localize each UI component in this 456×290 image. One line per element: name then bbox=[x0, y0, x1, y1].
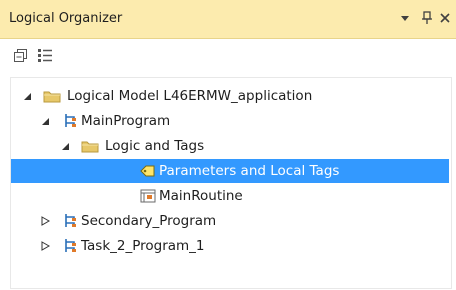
tree-item-secondary-program[interactable]: Secondary_Program bbox=[11, 209, 449, 233]
routine-icon bbox=[139, 188, 157, 204]
program-icon bbox=[61, 238, 79, 254]
tree-item-label: Secondary_Program bbox=[81, 213, 217, 229]
pin-button[interactable] bbox=[418, 9, 436, 27]
panel-title: Logical Organizer bbox=[9, 11, 123, 26]
panel-titlebar: Logical Organizer bbox=[0, 0, 456, 39]
program-icon bbox=[61, 213, 79, 229]
close-icon bbox=[440, 13, 450, 23]
tree-item-task-2-program-1[interactable]: Task_2_Program_1 bbox=[11, 234, 449, 258]
tree-item-mainprogram[interactable]: MainProgram bbox=[11, 109, 449, 133]
tree-item-label: Task_2_Program_1 bbox=[81, 238, 205, 254]
tree-item-logic-and-tags[interactable]: Logic and Tags bbox=[11, 134, 449, 158]
organizer-tree: Logical Model L46ERMW_application MainPr… bbox=[10, 77, 452, 289]
collapse-all-icon bbox=[14, 49, 27, 62]
tree-item-label: Logic and Tags bbox=[105, 138, 205, 154]
chevron-down-icon bbox=[401, 16, 409, 21]
window-position-dropdown-button[interactable] bbox=[396, 9, 414, 27]
expander-expanded-icon[interactable] bbox=[59, 140, 71, 152]
pin-icon bbox=[422, 11, 432, 24]
tree-item-logical-model[interactable]: Logical Model L46ERMW_application bbox=[11, 84, 449, 108]
tree-item-label: Logical Model L46ERMW_application bbox=[67, 88, 313, 104]
organizer-toolbar bbox=[0, 39, 456, 73]
tree-item-label: MainRoutine bbox=[159, 188, 243, 204]
tree-item-label: Parameters and Local Tags bbox=[159, 163, 340, 179]
expander-collapsed-icon[interactable] bbox=[39, 215, 51, 227]
expander-expanded-icon[interactable] bbox=[21, 90, 33, 102]
folder-icon bbox=[81, 138, 99, 154]
tree-item-parameters-and-local-tags[interactable]: Parameters and Local Tags bbox=[11, 159, 449, 183]
expander-expanded-icon[interactable] bbox=[39, 115, 51, 127]
expander-collapsed-icon[interactable] bbox=[39, 240, 51, 252]
tree-item-label: MainProgram bbox=[81, 113, 171, 129]
tag-icon bbox=[139, 163, 157, 179]
properties-button[interactable] bbox=[36, 47, 54, 65]
collapse-all-button[interactable] bbox=[12, 47, 30, 65]
properties-icon bbox=[38, 49, 52, 62]
tree-item-mainroutine[interactable]: MainRoutine bbox=[11, 184, 449, 208]
program-icon bbox=[61, 113, 79, 129]
close-button[interactable] bbox=[436, 9, 454, 27]
folder-icon bbox=[43, 88, 61, 104]
